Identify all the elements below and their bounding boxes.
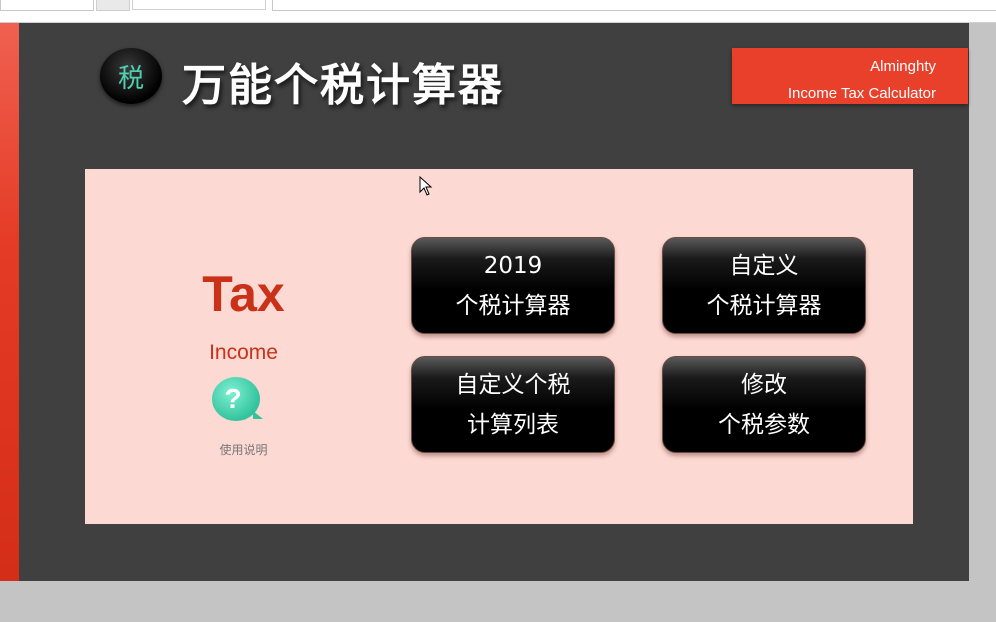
btn-2019-tax-calculator[interactable]: 2019 个税计算器 [411,237,615,334]
btn-label-line2: 计算列表 [467,411,559,438]
brand-line-2: Income Tax Calculator [787,85,936,102]
btn-label-line1: 自定义 [729,252,799,279]
btn-custom-tax-calculator[interactable]: 自定义 个税计算器 [662,237,866,334]
name-box[interactable] [0,0,94,11]
tax-logo-icon: 税 [100,48,162,104]
brand-line-1: Alminghty [870,58,936,75]
help-glyph: ? [224,383,242,414]
btn-edit-tax-params[interactable]: 修改 个税参数 [662,356,866,453]
dashboard-sheet: 税 万能个税计算器 Alminghty Income Tax Calculato… [0,23,969,581]
tax-heading: Tax [202,266,285,322]
left-accent-strip [0,23,19,581]
app-title: 万能个税计算器 [182,60,504,111]
logo-char: 税 [117,63,144,94]
btn-label-line2: 个税参数 [718,411,810,438]
main-panel: Tax Income ? 使用说明 2019 个税计算器 自定义 个税计算器 自… [85,169,913,524]
help-label[interactable]: 使用说明 [191,441,296,458]
mouse-cursor-icon [419,176,433,196]
formula-bar-divider [96,0,130,11]
income-subheading: Income [209,341,278,364]
btn-label-line2: 个税计算器 [706,292,822,319]
formula-bar-buttons[interactable] [132,0,266,10]
btn-label-line2: 个税计算器 [455,292,571,319]
btn-label-line1: 自定义个税 [455,371,571,398]
btn-label-line1: 2019 [483,252,543,279]
btn-label-line1: 修改 [741,371,787,398]
formula-bar [0,0,996,23]
brand-banner: Alminghty Income Tax Calculator [732,48,968,104]
help-bubble-icon[interactable]: ? [212,377,263,421]
formula-input[interactable] [272,0,996,11]
btn-custom-tax-list[interactable]: 自定义个税 计算列表 [411,356,615,453]
